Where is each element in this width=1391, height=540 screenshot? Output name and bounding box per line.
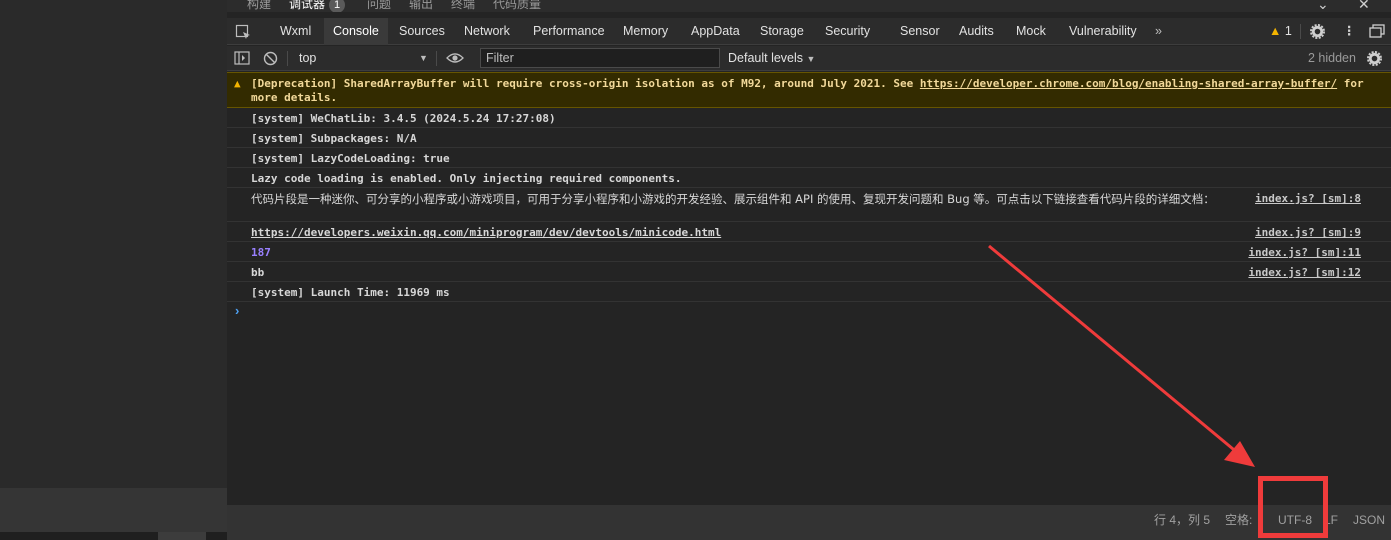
left-panel xyxy=(0,0,227,540)
devtools-panel: 构建 调试器 1 问题 输出 终端 代码质量 ⌄ ✕ Wxml Console S… xyxy=(227,0,1391,540)
annotation-highlight-box xyxy=(1258,476,1328,538)
left-panel-lower xyxy=(0,488,227,532)
left-scrollbar-thumb[interactable] xyxy=(158,532,206,540)
left-scrollbar[interactable] xyxy=(0,532,227,540)
annotation-arrow xyxy=(988,244,1255,467)
